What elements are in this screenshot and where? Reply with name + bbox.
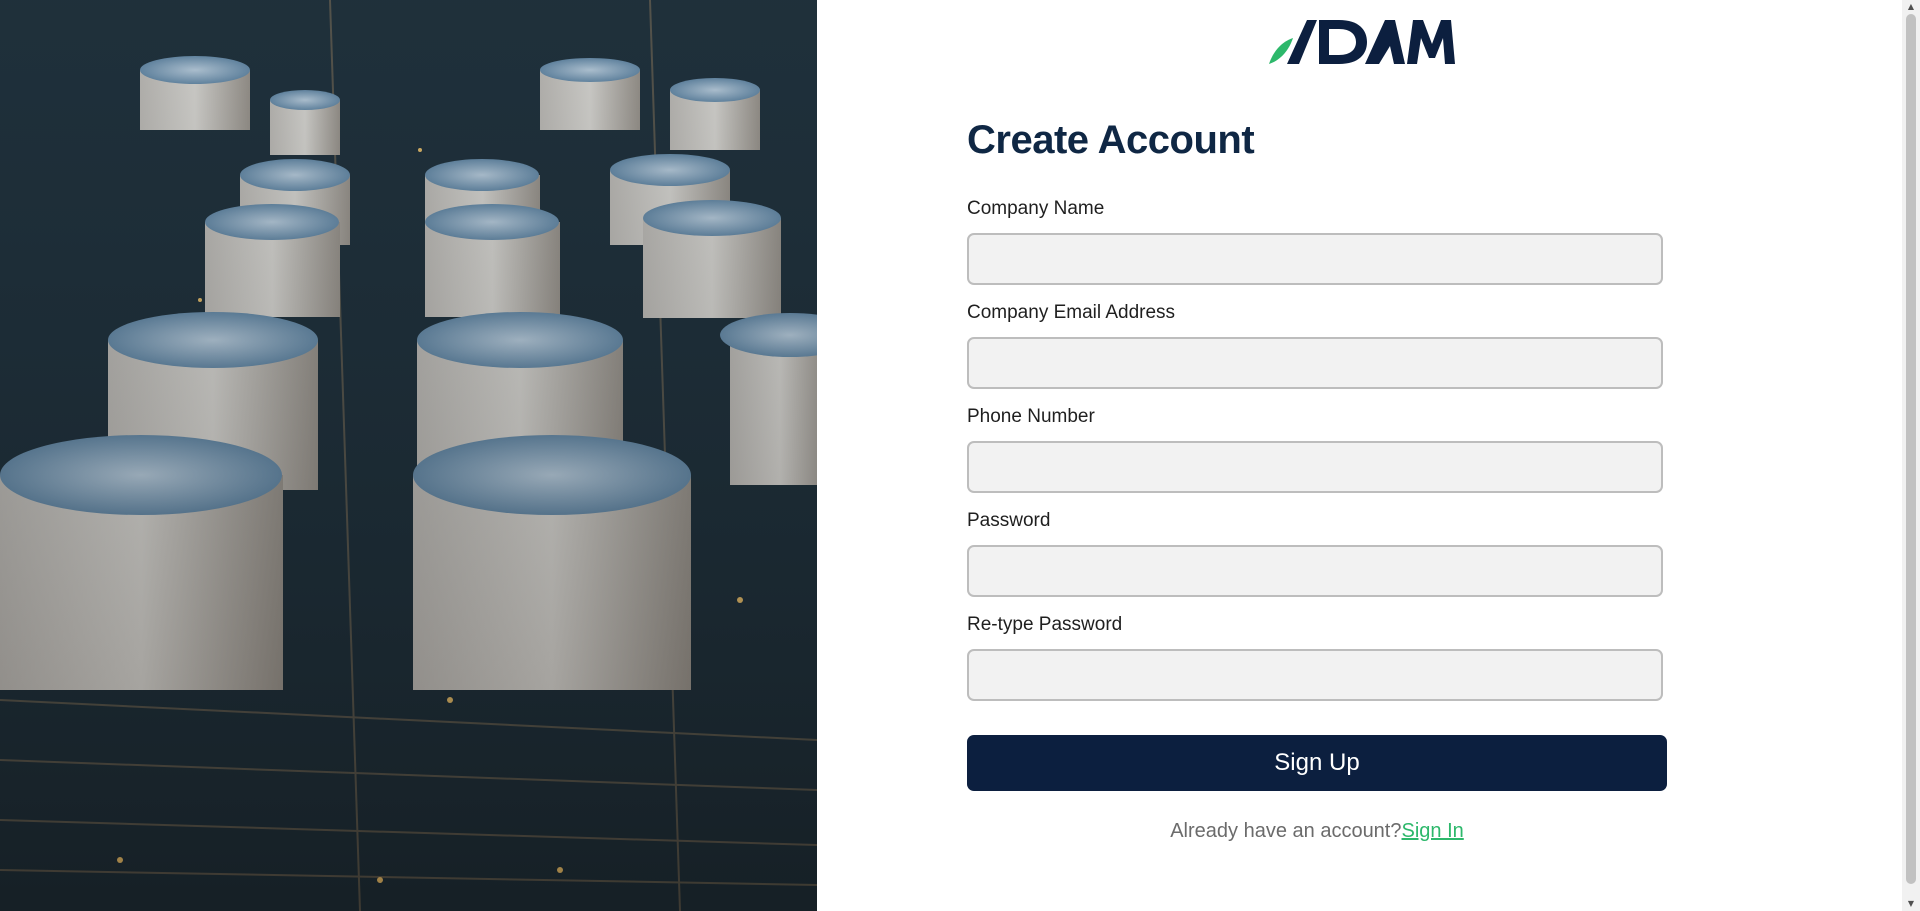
signup-form-panel: Create Account Company Name Company Emai… — [817, 0, 1902, 911]
signin-prompt-text: Already have an account? — [1170, 820, 1402, 842]
page-title: Create Account — [967, 118, 1255, 162]
adam-logo-icon — [1269, 20, 1455, 64]
scroll-up-arrow-icon[interactable]: ▲ — [1902, 0, 1920, 14]
scroll-thumb[interactable] — [1906, 14, 1916, 884]
sign-up-button[interactable]: Sign Up — [967, 735, 1667, 791]
password-input[interactable] — [967, 545, 1663, 597]
hero-image — [0, 0, 817, 911]
retype-password-label: Re-type Password — [967, 614, 1123, 635]
company-email-input[interactable] — [967, 337, 1663, 389]
scroll-down-arrow-icon[interactable]: ▼ — [1902, 897, 1920, 911]
retype-password-input[interactable] — [967, 649, 1663, 701]
password-label: Password — [967, 510, 1051, 531]
signin-prompt-row: Already have an account?Sign In — [967, 820, 1667, 843]
signup-page: Create Account Company Name Company Emai… — [0, 0, 1920, 911]
page-scrollbar[interactable]: ▲ ▼ — [1902, 0, 1920, 911]
company-name-input[interactable] — [967, 233, 1663, 285]
phone-number-input[interactable] — [967, 441, 1663, 493]
company-email-label: Company Email Address — [967, 302, 1176, 323]
storage-tanks-illustration — [0, 0, 817, 911]
company-name-label: Company Name — [967, 198, 1105, 219]
sign-in-link[interactable]: Sign In — [1402, 820, 1464, 842]
adam-logo — [1267, 18, 1457, 68]
phone-number-label: Phone Number — [967, 406, 1095, 427]
